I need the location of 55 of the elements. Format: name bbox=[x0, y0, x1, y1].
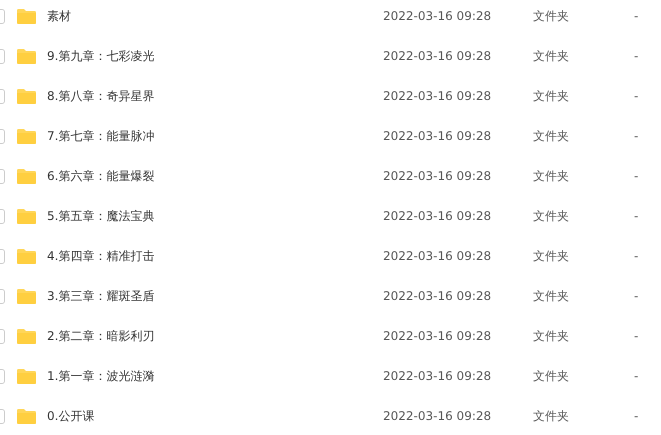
folder-name[interactable]: 3.第三章：耀斑圣盾 bbox=[47, 288, 383, 304]
folder-name[interactable]: 9.第九章：七彩凌光 bbox=[47, 48, 383, 64]
folder-name[interactable]: 6.第六章：能量爆裂 bbox=[47, 168, 383, 184]
modified-date: 2022-03-16 09:28 bbox=[383, 169, 492, 183]
folder-icon bbox=[16, 408, 37, 424]
file-type: 文件夹 bbox=[533, 368, 570, 384]
file-type: 文件夹 bbox=[533, 168, 570, 184]
file-type: 文件夹 bbox=[533, 408, 570, 424]
modified-date: 2022-03-16 09:28 bbox=[383, 369, 492, 383]
folder-name[interactable]: 素材 bbox=[47, 8, 383, 24]
file-type: 文件夹 bbox=[533, 288, 570, 304]
file-type: 文件夹 bbox=[533, 8, 570, 24]
modified-date: 2022-03-16 09:28 bbox=[383, 209, 492, 223]
folder-name[interactable]: 5.第五章：魔法宝典 bbox=[47, 208, 383, 224]
folder-icon bbox=[16, 168, 37, 184]
modified-date: 2022-03-16 09:28 bbox=[383, 49, 492, 63]
folder-name[interactable]: 7.第七章：能量脉冲 bbox=[47, 128, 383, 144]
modified-date: 2022-03-16 09:28 bbox=[383, 9, 492, 23]
folder-icon bbox=[16, 208, 37, 224]
modified-date: 2022-03-16 09:28 bbox=[383, 289, 492, 303]
modified-date: 2022-03-16 09:28 bbox=[383, 329, 492, 343]
file-type: 文件夹 bbox=[533, 128, 570, 144]
file-size: - bbox=[634, 329, 638, 343]
folder-icon bbox=[16, 328, 37, 344]
file-type: 文件夹 bbox=[533, 328, 570, 344]
file-size: - bbox=[634, 129, 638, 143]
folder-name[interactable]: 4.第四章：精准打击 bbox=[47, 248, 383, 264]
modified-date: 2022-03-16 09:28 bbox=[383, 129, 492, 143]
folder-icon bbox=[16, 368, 37, 384]
modified-date: 2022-03-16 09:28 bbox=[383, 249, 492, 263]
folder-icon bbox=[16, 128, 37, 144]
folder-name[interactable]: 8.第八章：奇异星界 bbox=[47, 88, 383, 104]
folder-name[interactable]: 1.第一章：波光涟漪 bbox=[47, 368, 383, 384]
folder-icon bbox=[16, 288, 37, 304]
file-size: - bbox=[634, 409, 638, 423]
file-size: - bbox=[634, 169, 638, 183]
modified-date: 2022-03-16 09:28 bbox=[383, 409, 492, 423]
folder-name[interactable]: 2.第二章：暗影利刃 bbox=[47, 328, 383, 344]
folder-icon bbox=[16, 88, 37, 104]
file-size: - bbox=[634, 369, 638, 383]
file-type: 文件夹 bbox=[533, 248, 570, 264]
file-type: 文件夹 bbox=[533, 48, 570, 64]
folder-icon bbox=[16, 8, 37, 24]
file-size: - bbox=[634, 89, 638, 103]
file-type: 文件夹 bbox=[533, 208, 570, 224]
file-size: - bbox=[634, 49, 638, 63]
folder-name[interactable]: 0.公开课 bbox=[47, 408, 383, 424]
file-size: - bbox=[634, 289, 638, 303]
folder-icon bbox=[16, 248, 37, 264]
file-size: - bbox=[634, 249, 638, 263]
folder-icon bbox=[16, 48, 37, 64]
file-size: - bbox=[634, 209, 638, 223]
file-size: - bbox=[634, 9, 638, 23]
file-type: 文件夹 bbox=[533, 88, 570, 104]
modified-date: 2022-03-16 09:28 bbox=[383, 89, 492, 103]
